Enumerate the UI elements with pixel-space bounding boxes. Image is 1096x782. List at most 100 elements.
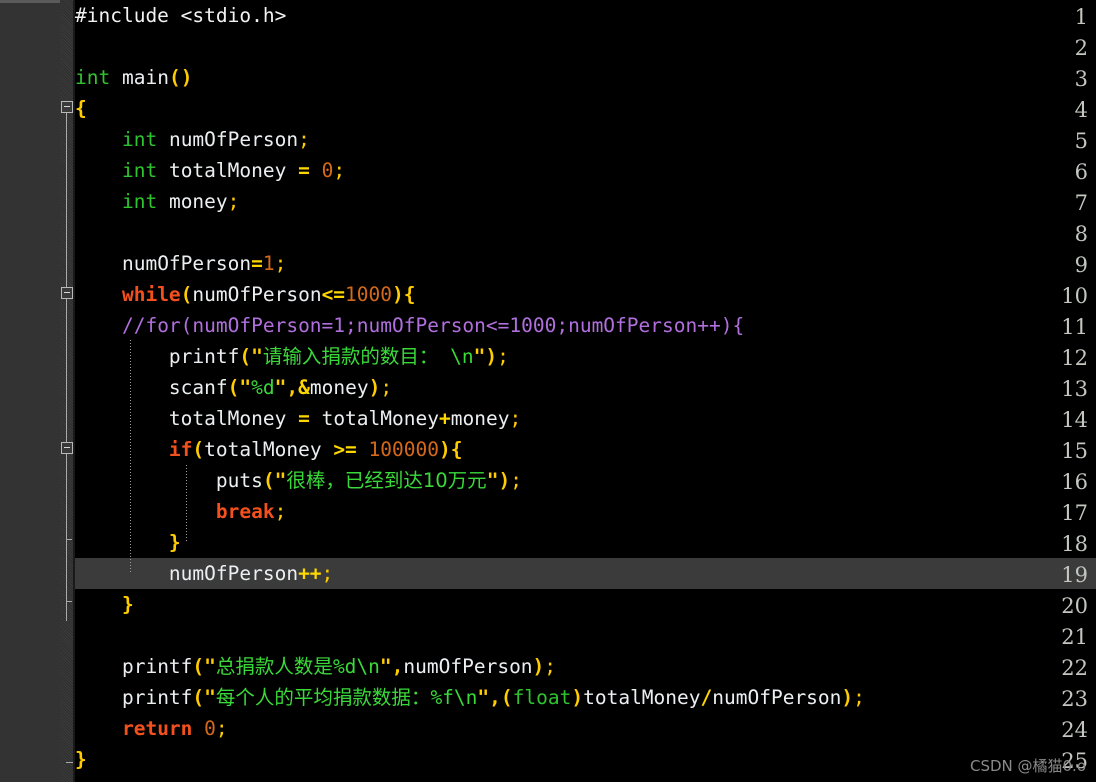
token-string-format: %d\n xyxy=(332,655,380,678)
top-strip xyxy=(0,0,60,3)
token-number: 1000 xyxy=(345,283,393,306)
token-paren: () xyxy=(168,66,193,89)
token-string: 请输入捐款的数目： xyxy=(262,345,439,368)
token-paren: ( xyxy=(262,469,275,492)
code-line[interactable]: while(numOfPerson<=1000){ xyxy=(75,279,416,310)
token-quote: " xyxy=(251,345,263,368)
token-brace: { xyxy=(450,438,463,461)
token-paren: ) xyxy=(368,376,381,399)
fold-range-end-tick xyxy=(66,762,73,763)
token-identifier: money xyxy=(450,407,510,430)
token-quote: " xyxy=(274,376,287,399)
token-comma: , xyxy=(391,655,404,678)
token-paren: ) xyxy=(571,686,584,709)
token-semicolon: ; xyxy=(544,655,557,678)
token-semicolon: ; xyxy=(215,717,228,740)
token-identifier: totalMoney xyxy=(583,686,701,709)
token-paren: ( xyxy=(180,283,193,306)
code-line[interactable]: } xyxy=(75,589,134,620)
token-quote: " xyxy=(486,469,499,492)
token-semicolon: ; xyxy=(509,407,522,430)
token-number: 0 xyxy=(204,717,216,740)
fold-range-line xyxy=(66,113,67,293)
code-line[interactable]: printf("请输入捐款的数目： \n"); xyxy=(75,341,509,372)
code-line[interactable]: break; xyxy=(75,496,286,527)
token-paren: ) xyxy=(841,686,854,709)
code-line[interactable]: printf("每个人的平均捐款数据：%f\n",(float)totalMon… xyxy=(75,682,865,713)
code-line[interactable]: #include <stdio.h> xyxy=(75,0,286,31)
line-number: 9 xyxy=(1074,253,1088,277)
token-paren: ( xyxy=(500,686,513,709)
token-quote: " xyxy=(477,686,490,709)
token-brace: } xyxy=(75,748,87,771)
token-identifier: totalMoney xyxy=(321,407,439,430)
token-number: 1 xyxy=(262,252,275,275)
token-number: 100000 xyxy=(368,438,439,461)
token-paren: ( xyxy=(192,438,205,461)
token-preprocessor: #include <stdio.h> xyxy=(75,4,287,27)
token-string: 总捐款人数是 xyxy=(215,655,333,678)
code-editor[interactable]: 1 2 3 4 5 6 7 8 9 10 11 12 13 14 15 16 1… xyxy=(0,0,1096,782)
token-type: int xyxy=(121,159,158,182)
token-quote: " xyxy=(204,655,216,678)
code-line[interactable]: } xyxy=(75,527,181,558)
code-line[interactable]: } xyxy=(75,744,87,775)
line-number: 23 xyxy=(1061,687,1088,711)
token-semicolon: ; xyxy=(333,159,346,182)
indent-guide xyxy=(130,340,131,572)
token-semicolon: ; xyxy=(274,500,287,523)
token-paren: ) xyxy=(392,283,404,306)
token-function-name: scanf xyxy=(168,376,228,399)
token-quote: " xyxy=(239,376,252,399)
line-number: 12 xyxy=(1061,346,1088,370)
code-line[interactable]: numOfPerson=1; xyxy=(75,248,286,279)
fold-toggle-icon[interactable] xyxy=(61,287,73,299)
token-address-of-operator: & xyxy=(298,376,310,399)
code-line[interactable]: int numOfPerson; xyxy=(75,124,310,155)
token-keyword: while xyxy=(121,283,181,306)
token-semicolon: ; xyxy=(227,190,240,213)
code-line[interactable]: int totalMoney = 0; xyxy=(75,155,345,186)
code-line[interactable]: return 0; xyxy=(75,713,228,744)
line-number: 16 xyxy=(1061,470,1088,494)
token-identifier: totalMoney xyxy=(168,407,287,430)
code-content[interactable]: #include <stdio.h> int main() { int numO… xyxy=(75,0,1096,782)
token-operator: + xyxy=(438,407,451,430)
fold-toggle-icon[interactable] xyxy=(61,442,73,454)
code-line[interactable]: puts("很棒，已经到达10万元"); xyxy=(75,465,522,496)
line-number: 4 xyxy=(1074,98,1088,122)
token-comment: //for(numOfPerson=1;numOfPerson<=1000;nu… xyxy=(121,314,745,337)
fold-range-end-tick xyxy=(66,539,72,540)
code-line[interactable]: if(totalMoney >= 100000){ xyxy=(75,434,463,465)
code-line[interactable]: //for(numOfPerson=1;numOfPerson<=1000;nu… xyxy=(75,310,744,341)
token-paren: ) xyxy=(485,345,498,368)
code-line[interactable]: scanf("%d",&money); xyxy=(75,372,392,403)
code-line[interactable]: int money; xyxy=(75,186,239,217)
token-paren: ) xyxy=(439,438,451,461)
code-line[interactable]: printf("总捐款人数是%d\n",numOfPerson); xyxy=(75,651,556,682)
line-number: 11 xyxy=(1061,315,1088,339)
fold-range-line xyxy=(66,454,67,539)
token-comma: , xyxy=(286,376,299,399)
token-string: 每个人的平均捐款数据： xyxy=(215,686,431,709)
line-number: 14 xyxy=(1061,408,1088,432)
code-line[interactable]: { xyxy=(75,93,87,124)
line-number: 22 xyxy=(1061,656,1088,680)
code-line[interactable]: int main() xyxy=(75,62,192,93)
token-paren: ( xyxy=(192,686,205,709)
code-line-current[interactable]: numOfPerson++; xyxy=(75,558,333,589)
line-number-gutter xyxy=(0,0,60,782)
token-comma: , xyxy=(489,686,501,709)
token-semicolon: ; xyxy=(321,562,334,585)
token-identifier: totalMoney xyxy=(168,159,287,182)
token-string-escape: \n xyxy=(438,345,474,368)
code-line[interactable]: totalMoney = totalMoney+money; xyxy=(75,403,521,434)
token-type: int xyxy=(121,190,158,213)
token-quote: " xyxy=(473,345,486,368)
line-number: 19 xyxy=(1061,563,1088,587)
fold-toggle-icon[interactable] xyxy=(61,101,73,113)
watermark: CSDN @橘猫0.o xyxy=(969,757,1086,775)
token-quote: " xyxy=(274,469,287,492)
token-semicolon: ; xyxy=(298,128,310,151)
token-identifier: numOfPerson xyxy=(168,562,299,585)
